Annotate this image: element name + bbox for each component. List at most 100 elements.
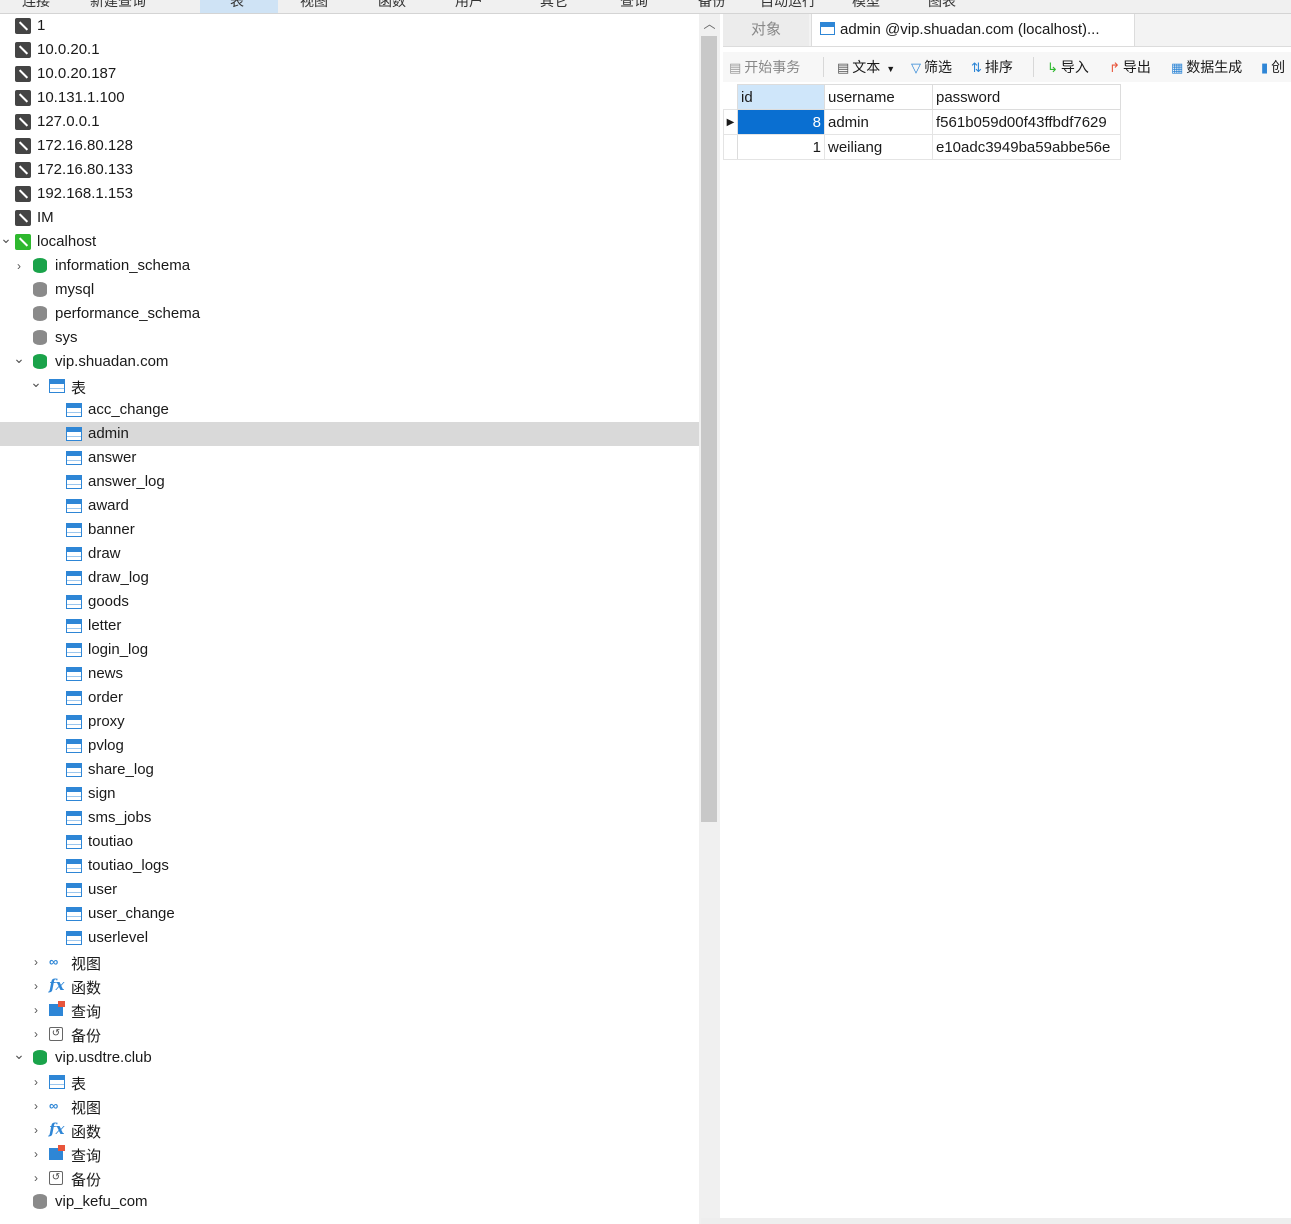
connection-item[interactable]: IM (0, 206, 699, 230)
connection-item[interactable]: 10.131.1.100 (0, 86, 699, 110)
chevron-down-icon[interactable]: ⌄ (13, 346, 25, 370)
database-item[interactable]: ⌄ vip.shuadan.com (0, 350, 699, 374)
menu-item-9[interactable]: 自动运行 (760, 0, 816, 11)
chevron-down-icon[interactable]: ⌄ (13, 1042, 25, 1066)
chevron-right-icon[interactable]: › (30, 1070, 42, 1094)
folder-item[interactable]: › ↺ 备份 (0, 1166, 699, 1190)
menu-item-1[interactable]: 新建查询 (90, 0, 146, 11)
connection-item[interactable]: 172.16.80.133 (0, 158, 699, 182)
menu-item-7[interactable]: 查询 (620, 0, 648, 11)
table-item[interactable]: news (0, 662, 699, 686)
column-header-id[interactable]: id (737, 84, 825, 110)
chevron-right-icon[interactable]: › (30, 1118, 42, 1142)
cell-id[interactable]: 1 (737, 134, 825, 160)
chevron-right-icon[interactable]: › (30, 998, 42, 1022)
menu-item-4[interactable]: 函数 (378, 0, 406, 11)
chevron-right-icon[interactable]: › (30, 974, 42, 998)
cell-username[interactable]: weiliang (824, 134, 933, 160)
connection-item[interactable]: 10.0.20.1 (0, 38, 699, 62)
folder-item[interactable]: › 查询 (0, 998, 699, 1022)
menu-item-8[interactable]: 备份 (698, 0, 726, 11)
horizontal-scrollbar[interactable] (701, 1218, 1291, 1224)
menu-item-0[interactable]: 连接 (22, 0, 50, 11)
database-item[interactable]: › information_schema (0, 254, 699, 278)
folder-item[interactable]: › ∞ 视图 (0, 950, 699, 974)
database-item[interactable]: ⌄ vip.usdtre.club (0, 1046, 699, 1070)
connection-item[interactable]: 1 (0, 14, 699, 38)
scroll-thumb[interactable] (701, 36, 717, 822)
table-item[interactable]: award (0, 494, 699, 518)
chevron-right-icon[interactable]: › (13, 254, 25, 278)
folder-item[interactable]: › 查询 (0, 1142, 699, 1166)
filter-button[interactable]: ▽ 筛选 (911, 56, 952, 78)
data-generate-button[interactable]: ▦ 数据生成 (1171, 56, 1242, 78)
folder-item[interactable]: › fx 函数 (0, 1118, 699, 1142)
connection-item[interactable]: 127.0.0.1 (0, 110, 699, 134)
export-button[interactable]: ↱ 导出 (1109, 56, 1151, 78)
table-item[interactable]: answer (0, 446, 699, 470)
begin-transaction-button[interactable]: ▤ 开始事务 (729, 56, 800, 78)
scroll-up-icon[interactable]: ︿ (699, 14, 720, 34)
cell-password[interactable]: e10adc3949ba59abbe56e (932, 134, 1121, 160)
table-item[interactable]: userlevel (0, 926, 699, 950)
table-item[interactable]: draw_log (0, 566, 699, 590)
table-item[interactable]: sign (0, 782, 699, 806)
text-view-button[interactable]: ▤ 文本 ▼ (837, 56, 895, 78)
chevron-right-icon[interactable]: › (30, 1022, 42, 1046)
connection-item[interactable]: 172.16.80.128 (0, 134, 699, 158)
folder-item[interactable]: › fx 函数 (0, 974, 699, 998)
table-item[interactable]: user (0, 878, 699, 902)
table-item[interactable]: order (0, 686, 699, 710)
connection-localhost[interactable]: ⌄ localhost (0, 230, 699, 254)
tables-folder[interactable]: ⌄ 表 (0, 374, 699, 398)
database-item[interactable]: vip_kefu_com (0, 1190, 699, 1214)
chevron-right-icon[interactable]: › (30, 950, 42, 974)
table-item[interactable]: answer_log (0, 470, 699, 494)
folder-item[interactable]: › ∞ 视图 (0, 1094, 699, 1118)
menu-item-10[interactable]: 模型 (852, 0, 880, 11)
chevron-right-icon[interactable]: › (30, 1166, 42, 1190)
table-item[interactable]: share_log (0, 758, 699, 782)
table-item[interactable]: user_change (0, 902, 699, 926)
table-item[interactable]: toutiao_logs (0, 854, 699, 878)
database-item[interactable]: sys (0, 326, 699, 350)
cell-id[interactable]: 8 (737, 109, 825, 135)
table-row[interactable]: 1 weiliang e10adc3949ba59abbe56e (723, 134, 1121, 160)
sort-button[interactable]: ⇅ 排序 (971, 56, 1013, 78)
tab-admin-table[interactable]: admin @vip.shuadan.com (localhost)... (811, 14, 1135, 46)
cell-username[interactable]: admin (824, 109, 933, 135)
table-item[interactable]: admin (0, 422, 699, 446)
chevron-right-icon[interactable]: › (30, 1142, 42, 1166)
table-item[interactable]: draw (0, 542, 699, 566)
tree-scrollbar[interactable]: ︿ (699, 14, 720, 1224)
chevron-right-icon[interactable]: › (30, 1094, 42, 1118)
connection-item[interactable]: 10.0.20.187 (0, 62, 699, 86)
menu-item-11[interactable]: 图表 (928, 0, 956, 11)
table-item[interactable]: login_log (0, 638, 699, 662)
menu-item-6[interactable]: 其它 (540, 0, 568, 11)
database-item[interactable]: performance_schema (0, 302, 699, 326)
table-item[interactable]: letter (0, 614, 699, 638)
table-item[interactable]: pvlog (0, 734, 699, 758)
folder-item[interactable]: › ↺ 备份 (0, 1022, 699, 1046)
table-item[interactable]: toutiao (0, 830, 699, 854)
menu-item-5[interactable]: 用户 (455, 0, 483, 11)
import-button[interactable]: ↳ 导入 (1047, 56, 1089, 78)
database-item[interactable]: mysql (0, 278, 699, 302)
connection-item[interactable]: 192.168.1.153 (0, 182, 699, 206)
table-item[interactable]: proxy (0, 710, 699, 734)
tab-objects[interactable]: 对象 (723, 14, 809, 46)
chevron-down-icon[interactable]: ⌄ (30, 370, 42, 394)
folder-item[interactable]: › 表 (0, 1070, 699, 1094)
column-header-password[interactable]: password (932, 84, 1121, 110)
create-chart-button[interactable]: ▮ 创 (1261, 56, 1285, 78)
column-header-username[interactable]: username (824, 84, 933, 110)
table-row[interactable]: ▶ 8 admin f561b059d00f43ffbdf7629 (723, 109, 1121, 135)
table-item[interactable]: acc_change (0, 398, 699, 422)
chevron-down-icon[interactable]: ⌄ (0, 226, 12, 250)
table-item[interactable]: goods (0, 590, 699, 614)
table-item[interactable]: banner (0, 518, 699, 542)
cell-password[interactable]: f561b059d00f43ffbdf7629 (932, 109, 1121, 135)
table-item[interactable]: sms_jobs (0, 806, 699, 830)
menu-item-2[interactable]: 表 (230, 0, 244, 11)
